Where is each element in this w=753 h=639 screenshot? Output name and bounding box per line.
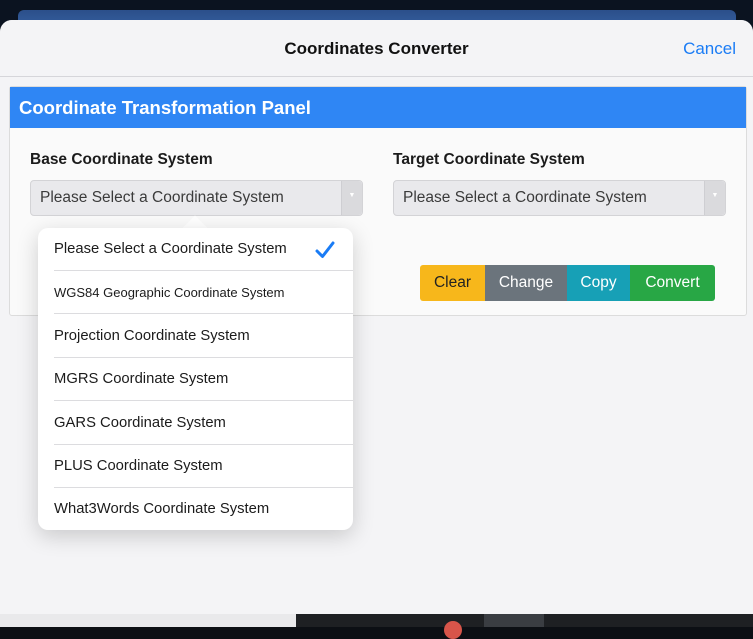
dropdown-item-label: Projection Coordinate System (54, 327, 250, 344)
base-system-select[interactable]: Please Select a Coordinate System ▼ (30, 180, 363, 216)
dropdown-item-label: WGS84 Geographic Coordinate System (54, 285, 285, 300)
background-panel-right (296, 614, 753, 639)
dropdown-item-label: GARS Coordinate System (54, 414, 226, 431)
base-system-label: Base Coordinate System (30, 151, 213, 168)
dropdown-item-label: MGRS Coordinate System (54, 371, 229, 387)
dropdown-item-label: Please Select a Coordinate System (54, 241, 287, 257)
navigation-bar: Coordinates Converter Cancel (0, 20, 753, 77)
base-system-select-value: Please Select a Coordinate System (40, 189, 284, 206)
page-title: Coordinates Converter (284, 39, 469, 58)
clear-button[interactable]: Clear (420, 265, 485, 301)
dropdown-item-projection[interactable]: Projection Coordinate System (54, 315, 353, 358)
change-button[interactable]: Change (485, 265, 567, 301)
background-indicator (444, 621, 462, 639)
dropdown-item-please-select[interactable]: Please Select a Coordinate System (54, 228, 353, 271)
panel-header: Coordinate Transformation Panel (10, 87, 746, 128)
chevron-down-icon: ▼ (341, 181, 362, 215)
convert-button[interactable]: Convert (630, 265, 715, 301)
checkmark-icon (315, 241, 335, 258)
target-system-select[interactable]: Please Select a Coordinate System ▼ (393, 180, 726, 216)
dropdown-item-what3words[interactable]: What3Words Coordinate System (54, 488, 353, 530)
dropdown-item-gars[interactable]: GARS Coordinate System (54, 402, 353, 445)
dropdown-item-wgs84[interactable]: WGS84 Geographic Coordinate System (54, 271, 353, 314)
target-system-select-value: Please Select a Coordinate System (403, 189, 647, 206)
cancel-button[interactable]: Cancel (683, 39, 736, 59)
chevron-down-icon: ▼ (704, 181, 725, 215)
dropdown-item-plus[interactable]: PLUS Coordinate System (54, 445, 353, 488)
coordinate-system-dropdown: Please Select a Coordinate System WGS84 … (38, 228, 353, 530)
dropdown-item-mgrs[interactable]: MGRS Coordinate System (54, 358, 353, 401)
background-tab (484, 614, 544, 627)
copy-button[interactable]: Copy (567, 265, 630, 301)
target-system-label: Target Coordinate System (393, 151, 585, 168)
dropdown-item-label: What3Words Coordinate System (54, 501, 270, 517)
background-panel-left (0, 614, 296, 627)
action-button-group: Clear Change Copy Convert (420, 265, 715, 301)
dropdown-item-label: PLUS Coordinate System (54, 458, 223, 474)
